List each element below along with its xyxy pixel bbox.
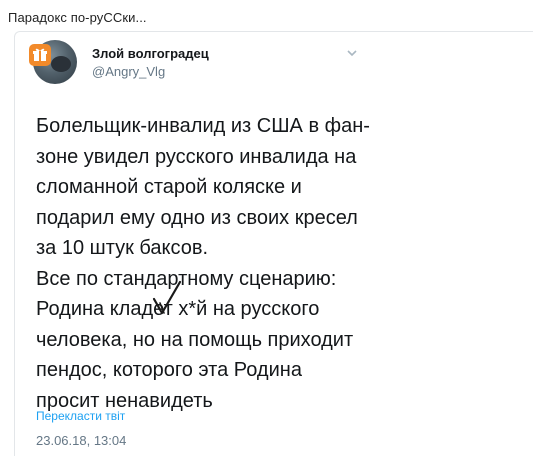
tweet-text-line: Болельщик-инвалид из США в фан- [36, 115, 370, 137]
tweet-timestamp[interactable]: 23.06.18, 13:04 [36, 433, 126, 448]
scribble-mark [150, 279, 190, 319]
tweet-text-line: человека, но на помощь приходит [36, 328, 354, 351]
tweet-text-line: сломанной старой коляске и [36, 176, 302, 198]
author-handle[interactable]: @Angry_Vlg [92, 64, 165, 79]
tweet-text-line: зоне увидел русского инвалида на [36, 145, 357, 168]
tweet-text-line: за 10 штук баксов. [36, 237, 209, 259]
post-caption: Парадокс по-руССки... [8, 10, 147, 25]
translate-tweet-link[interactable]: Перекласти твіт [36, 409, 125, 423]
author-name[interactable]: Злой волгоградец [92, 46, 209, 61]
tweet-text-line: Родина кладет х*й на русского [36, 298, 320, 320]
tweet-text: Болельщик-инвалид из США в фан- зоне уви… [36, 111, 381, 416]
tweet-text-line: пендос, которого эта Родина [36, 359, 302, 381]
tweet-card: Злой волгоградец @Angry_Vlg Болельщик-ин… [14, 31, 533, 456]
chevron-down-icon[interactable] [345, 46, 359, 60]
tweet-text-line: подарил ему одно из своих кресел [36, 206, 358, 229]
gift-icon [29, 44, 51, 66]
tweet-text-line: Все по стандартному сценарию: [36, 267, 337, 290]
